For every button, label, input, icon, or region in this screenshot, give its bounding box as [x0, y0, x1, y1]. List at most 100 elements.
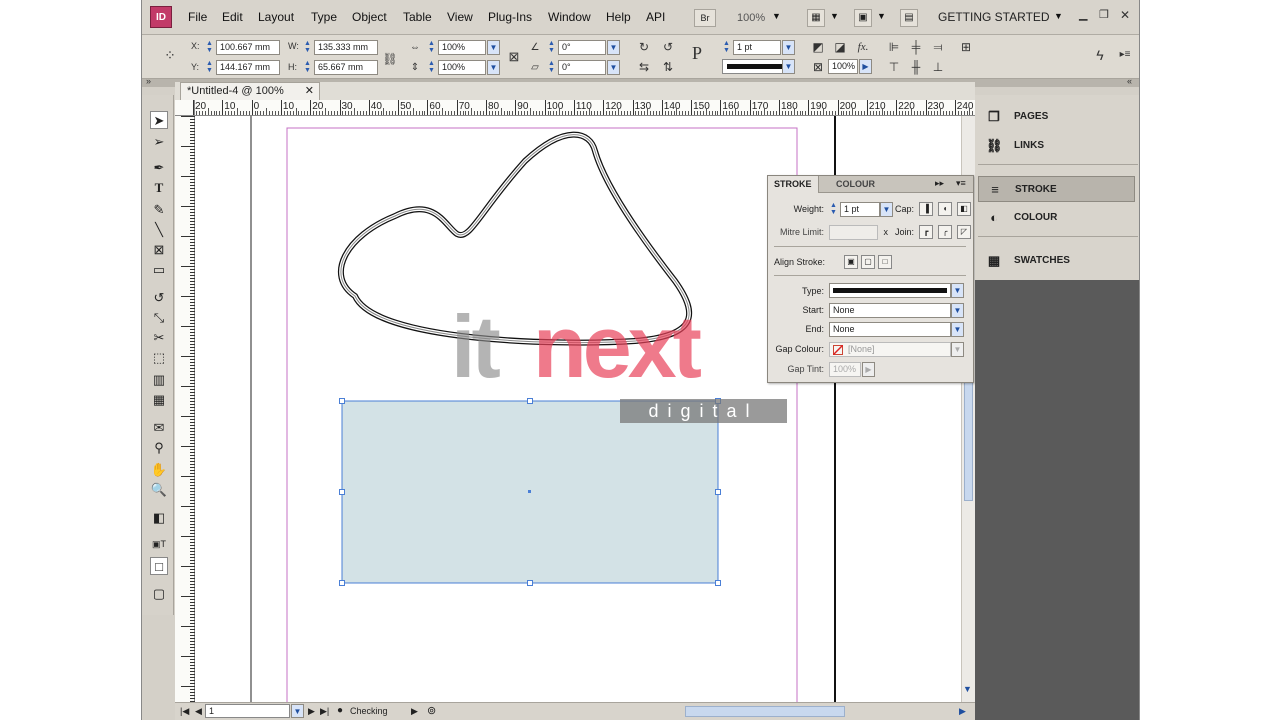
w-spinner-icon[interactable]: ▲ ▼ — [303, 40, 312, 55]
horizontal-ruler[interactable]: 20 10 0 10 20 30 40 50 60 70 80 90 100 110 120 130 140 15… — [193, 100, 983, 116]
drop-shadow-icon[interactable]: ◩ — [810, 39, 826, 55]
stroke-weight-spinner-icon[interactable]: ▲ ▼ — [722, 40, 731, 55]
tab-stroke[interactable]: STROKE — [768, 176, 819, 193]
zoom-level[interactable]: 100% — [737, 12, 765, 24]
preflight-menu-icon[interactable]: ▶ — [411, 706, 418, 717]
panel-links[interactable]: ⛓ LINKS — [978, 133, 1135, 159]
align-middle-icon[interactable]: ╫ — [908, 59, 924, 75]
gradient-feather-tool-icon[interactable]: ▦ — [150, 391, 168, 409]
scroll-right-icon[interactable]: ▶ — [959, 706, 966, 717]
page-number-field[interactable]: 1 — [205, 704, 290, 718]
minimize-icon[interactable]: ▁ — [1079, 8, 1087, 21]
weight-field[interactable]: 1 pt — [840, 202, 880, 217]
vertical-ruler[interactable] — [175, 116, 195, 702]
scroll-down-icon[interactable]: ▼ — [963, 684, 972, 694]
scale-x-dropdown-icon[interactable]: ▼ — [487, 40, 500, 55]
tab-colour[interactable]: COLOUR — [830, 176, 881, 193]
y-field[interactable]: 144.167 mm — [216, 60, 280, 75]
pen-tool-icon[interactable]: ✒ — [150, 159, 168, 177]
control-panel-menu-icon[interactable]: ▸≡ — [1117, 47, 1133, 63]
align-bottom-icon[interactable]: ⊥ — [930, 59, 946, 75]
rotate-tool-icon[interactable]: ↺ — [150, 289, 168, 307]
x-spinner-icon[interactable]: ▲ ▼ — [205, 40, 214, 55]
distribute-icon[interactable]: ⊞ — [958, 39, 974, 55]
menu-object[interactable]: Object — [352, 10, 387, 24]
align-right-icon[interactable]: ⫤ — [930, 39, 946, 55]
align-center-icon[interactable]: ╪ — [908, 39, 924, 55]
type-tool-icon[interactable]: T — [150, 179, 168, 197]
scale-y-dropdown-icon[interactable]: ▼ — [487, 60, 500, 75]
align-top-icon[interactable]: ⊤ — [886, 59, 902, 75]
menu-plugins[interactable]: Plug-Ins — [488, 10, 532, 24]
screen-mode-icon[interactable]: ▣ — [854, 9, 872, 27]
stroke-type-dropdown-icon[interactable]: ▼ — [782, 59, 795, 74]
hand-tool-icon[interactable]: ✋ — [150, 461, 168, 479]
stroke-type-field[interactable] — [829, 283, 951, 298]
rotate-90-ccw-icon[interactable]: ↺ — [660, 39, 676, 55]
screen-mode-dropdown-icon[interactable]: ▼ — [877, 11, 886, 21]
note-tool-icon[interactable]: ✉ — [150, 419, 168, 437]
h-spinner-icon[interactable]: ▲ ▼ — [303, 60, 312, 75]
x-field[interactable]: 100.667 mm — [216, 40, 280, 55]
menu-api[interactable]: API — [646, 10, 665, 24]
formatting-affects-icon[interactable]: ▣T — [150, 535, 168, 553]
restore-icon[interactable]: ❐ — [1099, 8, 1109, 21]
fx-icon[interactable]: fx. — [855, 39, 871, 55]
scissors-tool-icon[interactable]: ✂ — [150, 329, 168, 347]
panel-pages[interactable]: ❐ PAGES — [978, 104, 1135, 130]
menu-layout[interactable]: Layout — [258, 10, 294, 24]
workspace-switcher[interactable]: GETTING STARTED — [938, 10, 1050, 24]
prev-page-icon[interactable]: ◀ — [195, 706, 202, 717]
zoom-tool-icon[interactable]: 🔍 — [150, 481, 168, 499]
weight-spinner-icon[interactable]: ▲ ▼ — [829, 202, 838, 217]
view-options-dropdown-icon[interactable]: ▼ — [830, 11, 839, 21]
reference-point-icon[interactable]: ⁘ — [162, 47, 178, 63]
open-file-icon[interactable]: ⊚ — [427, 704, 436, 717]
last-page-icon[interactable]: ▶| — [320, 706, 329, 717]
bevel-join-icon[interactable]: ◸ — [957, 225, 971, 239]
pencil-tool-icon[interactable]: ✎ — [150, 201, 168, 219]
direct-selection-tool-icon[interactable]: ➢ — [150, 133, 168, 151]
shear-spinner-icon[interactable]: ▲ ▼ — [547, 60, 556, 75]
ruler-origin[interactable] — [175, 100, 195, 116]
rotate-spinner-icon[interactable]: ▲ ▼ — [547, 40, 556, 55]
shear-field[interactable]: 0° — [558, 60, 606, 75]
rectangle-frame-tool-icon[interactable]: ⊠ — [150, 241, 168, 259]
collapse-dock-icon[interactable]: « — [1127, 76, 1132, 86]
close-document-icon[interactable]: ✕ — [305, 83, 314, 100]
miter-limit-field[interactable] — [829, 225, 878, 240]
free-transform-tool-icon[interactable]: ⬚ — [150, 349, 168, 367]
rectangle-tool-icon[interactable]: ▭ — [150, 261, 168, 279]
scale-x-spinner-icon[interactable]: ▲ ▼ — [427, 40, 436, 55]
rotate-90-cw-icon[interactable]: ↻ — [636, 39, 652, 55]
weight-dropdown-icon[interactable]: ▼ — [880, 202, 893, 217]
scale-y-spinner-icon[interactable]: ▲ ▼ — [427, 60, 436, 75]
constrain-scale-icon[interactable]: ⊠ — [506, 49, 522, 65]
panel-colour[interactable]: ◐ COLOUR — [978, 205, 1135, 231]
page-dropdown-icon[interactable]: ▼ — [291, 704, 304, 718]
collapse-panel-icon[interactable]: ▸▸ — [935, 178, 944, 189]
panel-swatches[interactable]: ▦ SWATCHES — [978, 248, 1135, 274]
menu-view[interactable]: View — [447, 10, 473, 24]
w-field[interactable]: 135.333 mm — [314, 40, 378, 55]
scale-x-field[interactable]: 100% — [438, 40, 486, 55]
normal-view-icon[interactable]: □ — [150, 557, 168, 575]
panel-stroke[interactable]: ≡ STROKE — [978, 176, 1135, 202]
flip-horizontal-icon[interactable]: ⇆ — [636, 59, 652, 75]
opacity-dropdown-icon[interactable]: ▶ — [859, 59, 872, 74]
gap-tint-field[interactable]: 100% — [829, 362, 861, 377]
y-spinner-icon[interactable]: ▲ ▼ — [205, 60, 214, 75]
selection-tool-icon[interactable]: ➤ — [150, 111, 168, 129]
panel-menu-icon[interactable]: ▾≡ — [956, 178, 966, 189]
end-dropdown-icon[interactable]: ▼ — [951, 322, 964, 337]
workspace-dropdown-icon[interactable]: ▼ — [1054, 11, 1063, 21]
expand-toolbox-icon[interactable]: » — [146, 76, 151, 86]
rotate-field[interactable]: 0° — [558, 40, 606, 55]
align-inside-stroke-icon[interactable]: ▢ — [861, 255, 875, 269]
start-dropdown-icon[interactable]: ▼ — [951, 303, 964, 318]
align-center-stroke-icon[interactable]: ▣ — [844, 255, 858, 269]
view-options-icon[interactable]: ▦ — [807, 9, 825, 27]
gap-colour-dropdown-icon[interactable]: ▼ — [951, 342, 964, 357]
opacity-field[interactable]: 100% — [828, 59, 858, 74]
fill-stroke-swatch-icon[interactable]: ◧ — [150, 509, 168, 527]
